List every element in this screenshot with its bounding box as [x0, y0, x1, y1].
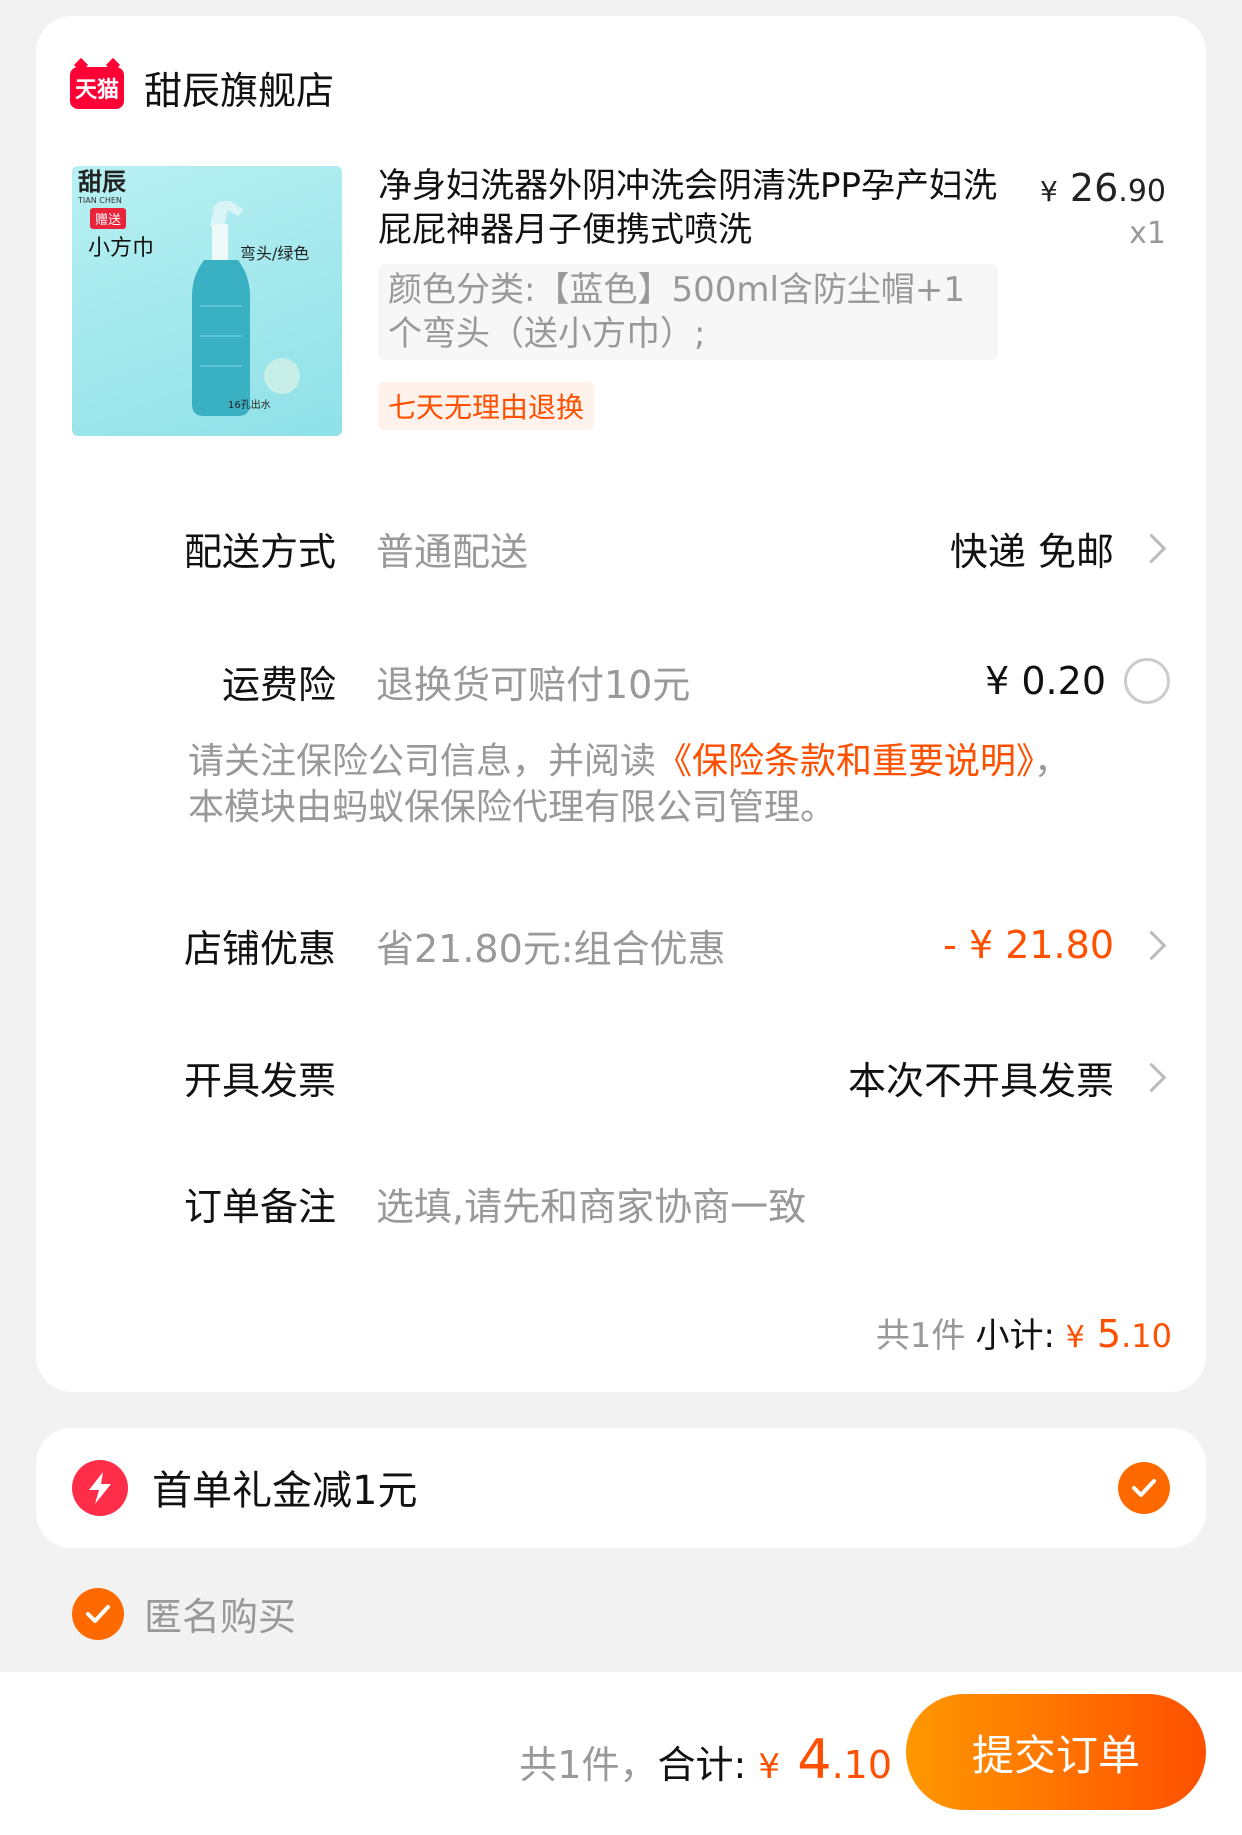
image-gift-text: 小方巾: [88, 236, 155, 261]
price-decimal: .90: [1118, 174, 1166, 209]
submit-order-button[interactable]: 提交订单: [906, 1694, 1206, 1810]
image-small-text: 16孔出水: [228, 400, 271, 411]
gift-coupon-card[interactable]: 首单礼金减1元: [36, 1428, 1206, 1548]
total-amount: ¥ 4.10: [758, 1728, 892, 1791]
gift-checkbox[interactable]: [1118, 1462, 1170, 1514]
store-name[interactable]: 甜辰旗舰店: [144, 60, 334, 115]
remark-label: 订单备注: [183, 1184, 336, 1229]
anonymous-checkbox[interactable]: [72, 1587, 124, 1640]
checkmark-icon: [86, 1604, 110, 1623]
invoice-label: 开具发票: [183, 1058, 336, 1103]
bottle-illustration: [192, 200, 300, 416]
order-total: 共1件，合计: ¥ 4.10: [519, 1728, 892, 1791]
chevron-right-icon: [1136, 930, 1167, 960]
total-decimal: .10: [831, 1743, 892, 1787]
tmall-logo: 天猫: [70, 66, 124, 109]
checkout-bar: 共1件，合计: ¥ 4.10 提交订单: [0, 1672, 1242, 1835]
subtotal-label: 小计:: [975, 1316, 1055, 1356]
delivery-value: 普通配送: [376, 529, 529, 574]
invoice-value: 本次不开具发票: [847, 1058, 1114, 1103]
insurance-terms-link[interactable]: 《保险条款和重要说明》: [656, 741, 1034, 782]
delivery-label: 配送方式: [183, 529, 336, 574]
subtotal-currency: ¥: [1065, 1320, 1085, 1355]
insurance-row[interactable]: 运费险 退换货可赔付10元 ¥ 0.20: [36, 651, 1206, 711]
sku-selector[interactable]: 颜色分类:【蓝色】500ml含防尘帽+1个弯头（送小方巾）;: [378, 264, 998, 360]
discount-value: 省21.80元:组合优惠: [376, 926, 726, 971]
delivery-method: 快递 免邮: [949, 529, 1114, 574]
lightning-icon: [72, 1460, 128, 1516]
product-title[interactable]: 净身妇洗器外阴冲洗会阴清洗PP孕产妇洗屁屁神器月子便携式喷洗: [378, 164, 1018, 252]
image-badge: 赠送: [90, 208, 127, 229]
total-label: 合计:: [657, 1743, 747, 1787]
anonymous-purchase-row[interactable]: 匿名购买: [72, 1586, 296, 1641]
insurance-notice: 请关注保险公司信息，并阅读《保险条款和重要说明》，本模块由蚂蚁保保险代理有限公司…: [188, 739, 1088, 831]
insurance-value: 退换货可赔付10元: [376, 662, 691, 707]
image-note: 弯头/绿色: [240, 244, 310, 263]
insurance-price: ¥ 0.20: [985, 659, 1106, 703]
total-count: 共1件，: [519, 1743, 658, 1787]
notice-text: 请关注保险公司信息，并阅读: [188, 741, 657, 782]
return-policy-tag: 七天无理由退换: [378, 382, 595, 430]
product-quantity: x1: [1129, 216, 1166, 251]
price-integer: 26: [1069, 166, 1119, 210]
chevron-right-icon: [1136, 533, 1167, 563]
price-currency: ¥: [1040, 175, 1058, 208]
insurance-label: 运费险: [221, 662, 336, 707]
remark-input[interactable]: 选填,请先和商家协商一致: [376, 1176, 806, 1231]
discount-label: 店铺优惠: [183, 926, 336, 971]
subtotal-amount: ¥ 5.10: [1066, 1312, 1172, 1356]
product-price: ¥ 26.90: [1040, 166, 1166, 210]
order-card: 天猫 甜辰旗舰店 甜辰 TIAN CHEN 赠送 小方巾 弯头/绿色 16孔出水…: [36, 16, 1206, 1392]
gift-coupon-text: 首单礼金减1元: [152, 1468, 418, 1514]
anonymous-label: 匿名购买: [144, 1595, 297, 1639]
subtotal-integer: 5: [1096, 1312, 1122, 1356]
insurance-radio[interactable]: [1124, 658, 1170, 704]
subtotal-count: 共1件: [875, 1316, 966, 1356]
remark-row[interactable]: 订单备注 选填,请先和商家协商一致: [36, 1173, 1206, 1233]
total-integer: 4: [797, 1728, 832, 1791]
image-brand: 甜辰: [78, 168, 126, 196]
delivery-row[interactable]: 配送方式 普通配送 快递 免邮: [36, 518, 1206, 578]
chevron-right-icon: [1136, 1062, 1167, 1092]
image-brand-sub: TIAN CHEN: [78, 196, 122, 205]
subtotal: 共1件 小计: ¥ 5.10: [876, 1308, 1172, 1357]
subtotal-decimal: .10: [1121, 1317, 1172, 1355]
checkmark-icon: [1132, 1479, 1156, 1497]
product-image[interactable]: 甜辰 TIAN CHEN 赠送 小方巾 弯头/绿色 16孔出水: [72, 166, 342, 436]
store-discount-row[interactable]: 店铺优惠 省21.80元:组合优惠 - ¥ 21.80: [36, 915, 1206, 975]
invoice-row[interactable]: 开具发票 本次不开具发票: [36, 1047, 1206, 1107]
discount-amount: - ¥ 21.80: [943, 923, 1114, 967]
total-currency: ¥: [758, 1747, 781, 1787]
store-header[interactable]: 天猫 甜辰旗舰店: [70, 60, 334, 115]
